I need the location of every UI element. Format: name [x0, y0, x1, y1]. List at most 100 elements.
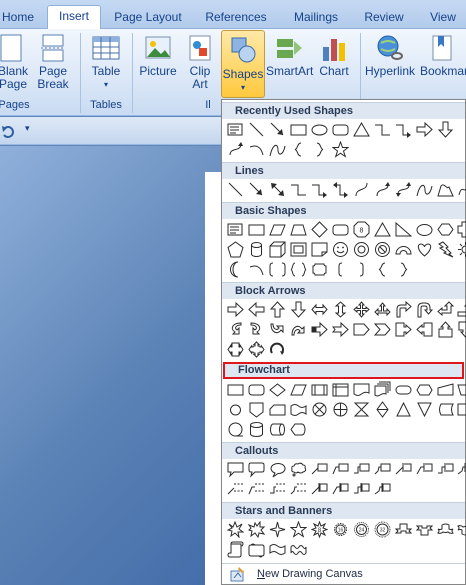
curved-left-arrow-shape-icon[interactable] [248, 321, 265, 338]
smiley-face-shape-icon[interactable] [332, 241, 349, 258]
right-arrow-shape-icon[interactable] [227, 301, 244, 318]
down-arrow-callout-shape-icon[interactable] [457, 321, 466, 338]
elbow-double-arrow-connector-shape-icon[interactable] [332, 181, 349, 198]
blank-page-button[interactable]: Blank Page [0, 33, 30, 91]
rectangle-shape-icon[interactable] [248, 221, 265, 238]
quad-arrow-callout-shape-icon[interactable] [248, 341, 265, 358]
explosion-2-shape-icon[interactable] [248, 521, 265, 538]
heart-shape-icon[interactable] [416, 241, 433, 258]
scribble-shape-icon[interactable] [457, 181, 466, 198]
double-bracket-shape-icon[interactable] [269, 261, 286, 278]
elbow-connector-shape-icon[interactable] [290, 181, 307, 198]
line-callout-border-accent-2-shape-icon[interactable] [332, 481, 349, 498]
quad-arrow-shape-icon[interactable] [353, 301, 370, 318]
line-callout-border-accent-4-shape-icon[interactable] [374, 481, 391, 498]
flowchart-card-shape-icon[interactable] [269, 401, 286, 418]
cross-shape-icon[interactable] [457, 221, 466, 238]
lightning-bolt-shape-icon[interactable] [437, 241, 454, 258]
curved-down-arrow-shape-icon[interactable] [290, 321, 307, 338]
plaque-shape-icon[interactable] [311, 261, 328, 278]
sun-shape-icon[interactable] [457, 241, 466, 258]
diamond-shape-icon[interactable] [311, 221, 328, 238]
striped-right-arrow-shape-icon[interactable] [311, 321, 328, 338]
tab-page-layout[interactable]: Page Layout [108, 7, 188, 29]
flowchart-sort-shape-icon[interactable] [374, 401, 391, 418]
tab-mailings[interactable]: Mailings [284, 7, 348, 29]
curve-shape-icon[interactable] [416, 181, 433, 198]
line-shape-icon[interactable] [248, 121, 265, 138]
elbow-arrow-connector-shape-icon[interactable] [311, 181, 328, 198]
octagon-shape-icon[interactable]: 8 [353, 221, 370, 238]
moon-shape-icon[interactable] [227, 261, 244, 278]
flowchart-process-shape-icon[interactable] [227, 381, 244, 398]
flowchart-decision-shape-icon[interactable] [269, 381, 286, 398]
oval-callout-shape-icon[interactable] [269, 461, 286, 478]
left-right-up-arrow-shape-icon[interactable] [374, 301, 391, 318]
bookmark-button[interactable]: Bookmar [420, 33, 466, 78]
bent-up-arrow-shape-icon[interactable] [457, 301, 466, 318]
line-callout-4-shape-icon[interactable] [374, 461, 391, 478]
flowchart-predefined-process-shape-icon[interactable] [311, 381, 328, 398]
double-wave-shape-icon[interactable] [290, 541, 307, 558]
line-callout-no-border-3-shape-icon[interactable] [269, 481, 286, 498]
flowchart-internal-storage-shape-icon[interactable] [332, 381, 349, 398]
explosion-1-shape-icon[interactable] [227, 521, 244, 538]
flowchart-display-shape-icon[interactable] [290, 421, 307, 438]
rounded-rectangle-shape-icon[interactable] [332, 121, 349, 138]
16-point-star-shape-icon[interactable]: 16 [332, 521, 349, 538]
arrow-shape-icon[interactable] [269, 121, 286, 138]
elbow-arrow-connector-shape-icon[interactable] [395, 121, 412, 138]
freeform-shape-icon[interactable] [437, 181, 454, 198]
flowchart-multidocument-shape-icon[interactable] [374, 381, 391, 398]
double-brace-shape-icon[interactable] [290, 261, 307, 278]
clip-art-button[interactable]: Clip Art [184, 33, 216, 91]
up-ribbon-shape-icon[interactable] [395, 521, 412, 538]
tab-review[interactable]: Review [358, 7, 410, 29]
undo-icon[interactable] [1, 125, 15, 139]
block-arc-shape-icon[interactable] [395, 241, 412, 258]
left-up-arrow-shape-icon[interactable] [437, 301, 454, 318]
circular-arrow-shape-icon[interactable] [269, 341, 286, 358]
star-shape-icon[interactable] [332, 141, 349, 158]
left-arrow-shape-icon[interactable] [248, 301, 265, 318]
donut-shape-icon[interactable] [353, 241, 370, 258]
vertical-scroll-shape-icon[interactable] [227, 541, 244, 558]
right-arrow-shape-icon[interactable] [416, 121, 433, 138]
line-callout-1-shape-icon[interactable] [311, 461, 328, 478]
flowchart-merge-shape-icon[interactable] [416, 401, 433, 418]
rectangular-callout-shape-icon[interactable] [227, 461, 244, 478]
bevel-shape-icon[interactable] [290, 241, 307, 258]
triangle-shape-icon[interactable] [374, 221, 391, 238]
up-arrow-callout-shape-icon[interactable] [437, 321, 454, 338]
shapes-button[interactable]: Shapes ▾ [221, 30, 265, 98]
no-symbol-shape-icon[interactable] [374, 241, 391, 258]
curved-connector-shape-icon[interactable] [353, 181, 370, 198]
flowchart-delay-shape-icon[interactable] [457, 401, 466, 418]
flowchart-stored-data-shape-icon[interactable] [437, 401, 454, 418]
line-callout-no-border-4-shape-icon[interactable] [290, 481, 307, 498]
curved-arrow-connector-shape-icon[interactable] [374, 181, 391, 198]
u-turn-arrow-shape-icon[interactable] [416, 301, 433, 318]
line-callout-2-shape-icon[interactable] [332, 461, 349, 478]
4-point-star-shape-icon[interactable] [269, 521, 286, 538]
new-drawing-canvas-item[interactable]: New Drawing Canvas [222, 563, 465, 585]
pentagon-shape-icon[interactable] [227, 241, 244, 258]
page-break-button[interactable]: Page Break [36, 33, 70, 91]
line-callout-accent-bar-shape-icon[interactable] [395, 461, 412, 478]
5-point-star-shape-icon[interactable] [290, 521, 307, 538]
right-brace-shape-icon[interactable] [395, 261, 412, 278]
arrow-shape-icon[interactable] [248, 181, 265, 198]
elbow-connector-shape-icon[interactable] [374, 121, 391, 138]
flowchart-off-page-connector-shape-icon[interactable] [248, 401, 265, 418]
left-right-arrow-shape-icon[interactable] [311, 301, 328, 318]
flowchart-summing-junction-shape-icon[interactable] [311, 401, 328, 418]
cube-shape-icon[interactable] [269, 241, 286, 258]
curved-connector-shape-icon[interactable] [227, 141, 244, 158]
wave-shape-icon[interactable] [269, 541, 286, 558]
line-callout-border-accent-3-shape-icon[interactable] [353, 481, 370, 498]
arc-shape-icon[interactable] [248, 141, 265, 158]
left-brace-shape-icon[interactable] [290, 141, 307, 158]
chart-button[interactable]: Chart [316, 33, 352, 78]
line-shape-icon[interactable] [227, 181, 244, 198]
tab-home[interactable]: Home [0, 7, 36, 29]
